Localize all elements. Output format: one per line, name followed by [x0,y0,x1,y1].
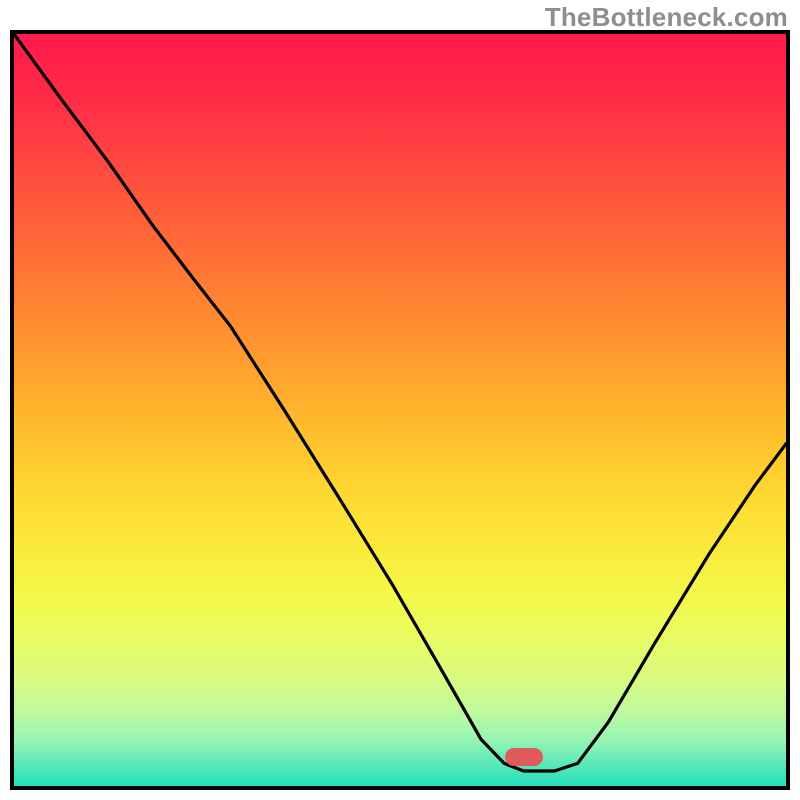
watermark-text: TheBottleneck.com [545,2,788,33]
minimum-marker [505,748,543,766]
bottleneck-curve [14,34,786,786]
chart-frame [10,30,790,790]
